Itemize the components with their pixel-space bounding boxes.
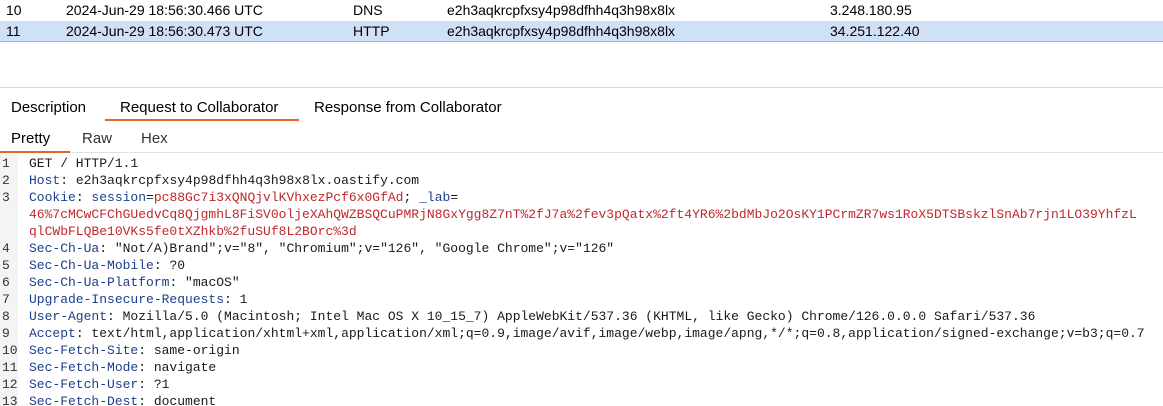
header-value: "macOS" — [185, 275, 240, 290]
row-number: 11 — [6, 23, 21, 39]
view-tabbar: Pretty Raw Hex — [0, 126, 1163, 152]
header-value: e2h3aqkrcpfxsy4p98dfhh4q3h98x8lx.oastify… — [75, 173, 420, 188]
cookie-value: 46%7cMCwCFChGUedvCq8QjgmhL8FiSV0oljeXAhQ… — [29, 207, 1137, 222]
header-name: Sec-Ch-Ua-Platform — [29, 275, 170, 290]
header-name: Sec-Ch-Ua-Mobile — [29, 258, 154, 273]
line-number: 2 — [2, 173, 10, 188]
header-name: User-Agent — [29, 309, 108, 324]
header-name: Sec-Fetch-Mode — [29, 360, 139, 375]
table-row[interactable]: 10 2024-Jun-29 18:56:30.466 UTC DNS e2h3… — [0, 0, 1163, 21]
header-value: "Not/A)Brand";v="8", "Chromium";v="126",… — [114, 241, 615, 256]
header-name: Sec-Ch-Ua — [29, 241, 100, 256]
line-number: 3 — [2, 190, 10, 205]
line-number: 5 — [2, 258, 10, 273]
header-separator: : — [224, 292, 240, 307]
line-number: 12 — [2, 377, 18, 392]
header-separator: : — [75, 190, 92, 205]
row-source-ip: 3.248.180.95 — [830, 2, 912, 18]
cookie-name: _lab — [419, 190, 451, 205]
line-number: 7 — [2, 292, 10, 307]
header-separator: : — [138, 377, 154, 392]
line-number: 9 — [2, 326, 10, 341]
header-value: navigate — [153, 360, 217, 375]
row-type: HTTP — [353, 23, 390, 39]
header-name: Sec-Fetch-Dest — [29, 394, 139, 406]
line-number: 13 — [2, 394, 18, 406]
header-value: ?1 — [153, 377, 170, 392]
line-number: 10 — [2, 343, 18, 358]
header-value: ?0 — [169, 258, 186, 273]
header-value: document — [153, 394, 217, 406]
header-name: Sec-Fetch-User — [29, 377, 139, 392]
header-name: Cookie — [29, 190, 76, 205]
header-value: 1 — [239, 292, 248, 307]
header-separator: : — [169, 275, 186, 290]
header-separator: : — [75, 326, 92, 341]
request-line-text: GET / HTTP/1.1 — [29, 156, 139, 171]
line-number: 8 — [2, 309, 10, 324]
header-separator: : — [99, 241, 115, 256]
table-row-selected[interactable]: 11 2024-Jun-29 18:56:30.473 UTC HTTP e2h… — [0, 21, 1163, 42]
cookie-name: session — [91, 190, 147, 205]
row-payload: e2h3aqkrcpfxsy4p98dfhh4q3h98x8lx — [447, 2, 676, 18]
request-editor[interactable]: 1 GET / HTTP/1.1 2 Host: e2h3aqkrcpfxsy4… — [0, 154, 1163, 406]
tab-raw[interactable]: Raw — [82, 130, 112, 147]
line-number: 6 — [2, 275, 10, 290]
line-number: 4 — [2, 241, 10, 256]
header-separator: : — [60, 173, 76, 188]
row-time: 2024-Jun-29 18:56:30.473 UTC — [66, 23, 263, 39]
tab-hex[interactable]: Hex — [141, 130, 168, 147]
header-value: Mozilla/5.0 (Macintosh; Intel Mac OS X 1… — [122, 309, 1036, 324]
tab-pretty[interactable]: Pretty — [11, 130, 50, 147]
row-number: 10 — [6, 2, 22, 18]
cookie-value: pc88Gc7i3xQNQjvlKVhxezPcf6x0GfAd — [153, 190, 404, 205]
divider — [0, 87, 1163, 88]
header-name: Sec-Fetch-Site — [29, 343, 139, 358]
divider — [0, 152, 1163, 153]
header-separator: : — [138, 343, 154, 358]
header-name: Upgrade-Insecure-Requests — [29, 292, 225, 307]
header-separator: : — [138, 360, 154, 375]
detail-tabbar: Description Request to Collaborator Resp… — [0, 96, 1163, 120]
row-time: 2024-Jun-29 18:56:30.466 UTC — [66, 2, 263, 18]
header-name: Accept — [29, 326, 76, 341]
header-value: same-origin — [153, 343, 240, 358]
tab-response-from-collaborator[interactable]: Response from Collaborator — [314, 99, 502, 116]
header-separator: : — [107, 309, 123, 324]
header-separator: : — [138, 394, 154, 406]
row-payload: e2h3aqkrcpfxsy4p98dfhh4q3h98x8lx — [447, 23, 676, 39]
header-name: Host — [29, 173, 61, 188]
row-source-ip: 34.251.122.40 — [830, 23, 920, 39]
header-separator: : — [153, 258, 170, 273]
tab-description[interactable]: Description — [11, 99, 86, 116]
cookie-value: qlCWbFLQBe10VKs5fe0tXZhkb%2fuSUf8L2BOrc%… — [29, 224, 357, 239]
active-view-indicator — [0, 151, 70, 153]
tab-request-to-collaborator[interactable]: Request to Collaborator — [120, 99, 278, 116]
header-value: text/html,application/xhtml+xml,applicat… — [91, 326, 1145, 341]
row-type: DNS — [353, 2, 383, 18]
line-number: 1 — [2, 156, 10, 171]
active-tab-indicator — [105, 119, 299, 121]
line-number: 11 — [2, 360, 18, 375]
